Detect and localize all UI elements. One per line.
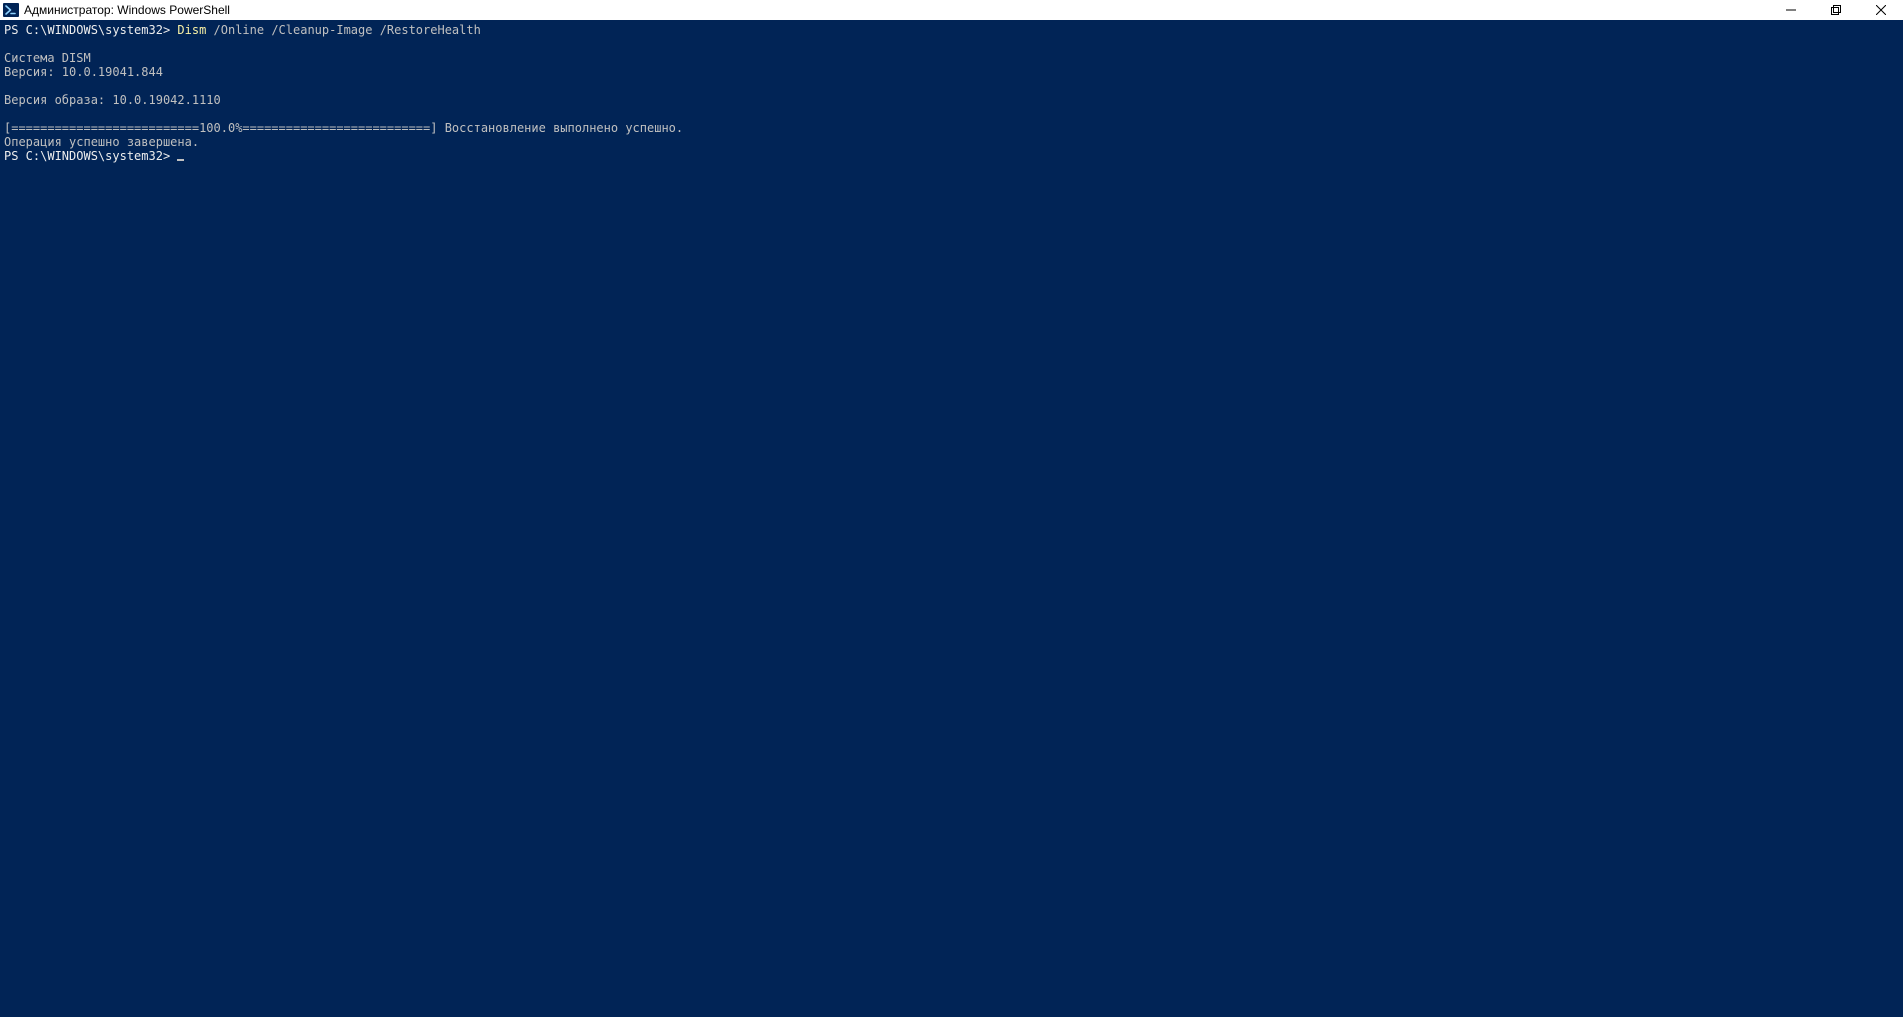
window-controls <box>1768 0 1903 20</box>
close-button[interactable] <box>1858 0 1903 20</box>
output-line: [==========================100.0%=======… <box>4 121 683 135</box>
powershell-app-icon <box>3 2 19 18</box>
prompt-text: PS C:\WINDOWS\system32> <box>4 23 177 37</box>
minimize-icon <box>1786 5 1796 15</box>
terminal-area[interactable]: PS C:\WINDOWS\system32> Dism /Online /Cl… <box>0 20 1903 1017</box>
window-title: Администратор: Windows PowerShell <box>24 3 230 17</box>
close-icon <box>1876 5 1886 15</box>
output-line: Версия образа: 10.0.19042.1110 <box>4 93 221 107</box>
output-line: Версия: 10.0.19041.844 <box>4 65 163 79</box>
output-line: Cистема DISM <box>4 51 91 65</box>
maximize-icon <box>1831 5 1841 15</box>
command-keyword: Dism <box>177 23 206 37</box>
command-args: /Online /Cleanup-Image /RestoreHealth <box>206 23 481 37</box>
output-line: Операция успешно завершена. <box>4 135 199 149</box>
maximize-button[interactable] <box>1813 0 1858 20</box>
minimize-button[interactable] <box>1768 0 1813 20</box>
titlebar[interactable]: Администратор: Windows PowerShell <box>0 0 1903 20</box>
prompt-text: PS C:\WINDOWS\system32> <box>4 149 177 163</box>
powershell-window: Администратор: Windows PowerShell <box>0 0 1903 1017</box>
cursor <box>177 159 184 161</box>
